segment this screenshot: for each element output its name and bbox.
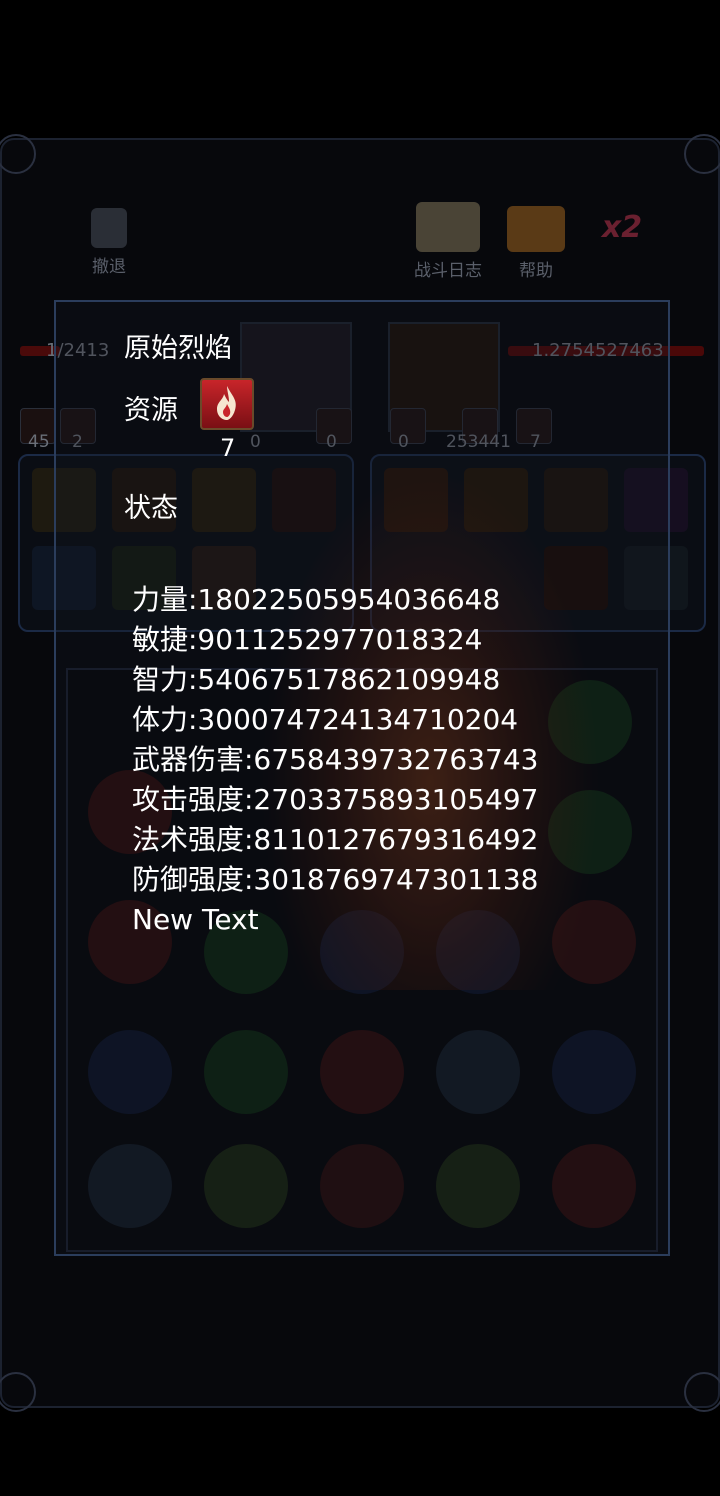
stat-intellect: 智力:54067517862109948 [132,663,501,696]
frame-corner [684,1372,720,1412]
stat-defense-power: 防御强度:3018769747301138 [132,863,539,896]
retreat-icon [91,208,127,248]
stat-agility: 敏捷:9011252977018324 [132,623,483,656]
resource-label: 资源 [124,395,178,426]
help-button[interactable]: 帮助 [506,206,566,281]
battle-log-icon [416,202,480,252]
retreat-label: 撤退 [92,257,126,277]
stat-strength: 力量:18022505954036648 [132,583,501,616]
battle-log-button[interactable]: 战斗日志 [406,202,490,281]
status-label: 状态 [124,493,178,524]
stat-placeholder-text: New Text [132,903,259,936]
frame-corner [684,134,720,174]
stat-weapon-damage: 武器伤害:6758439732763743 [132,743,539,776]
left-counter-a: 45 [28,432,50,452]
stat-attack-power: 攻击强度:2703375893105497 [132,783,539,816]
flame-icon [200,378,254,430]
battle-log-label: 战斗日志 [414,261,482,281]
dialog-title: 原始烈焰 [124,333,232,364]
help-book-icon [507,206,565,252]
speed-toggle-button[interactable]: x2 [594,210,650,245]
frame-corner [0,134,36,174]
resource-count: 7 [220,434,236,462]
help-label: 帮助 [519,261,553,281]
speed-label: x2 [601,210,643,245]
stat-spell-power: 法术强度:8110127679316492 [132,823,539,856]
stats-list: 力量:18022505954036648 敏捷:9011252977018324… [132,580,538,940]
frame-corner [0,1372,36,1412]
flame-icon-glyph [217,386,236,420]
retreat-button[interactable]: 撤退 [84,208,134,277]
stat-stamina: 体力:300074724134710204 [132,703,519,736]
